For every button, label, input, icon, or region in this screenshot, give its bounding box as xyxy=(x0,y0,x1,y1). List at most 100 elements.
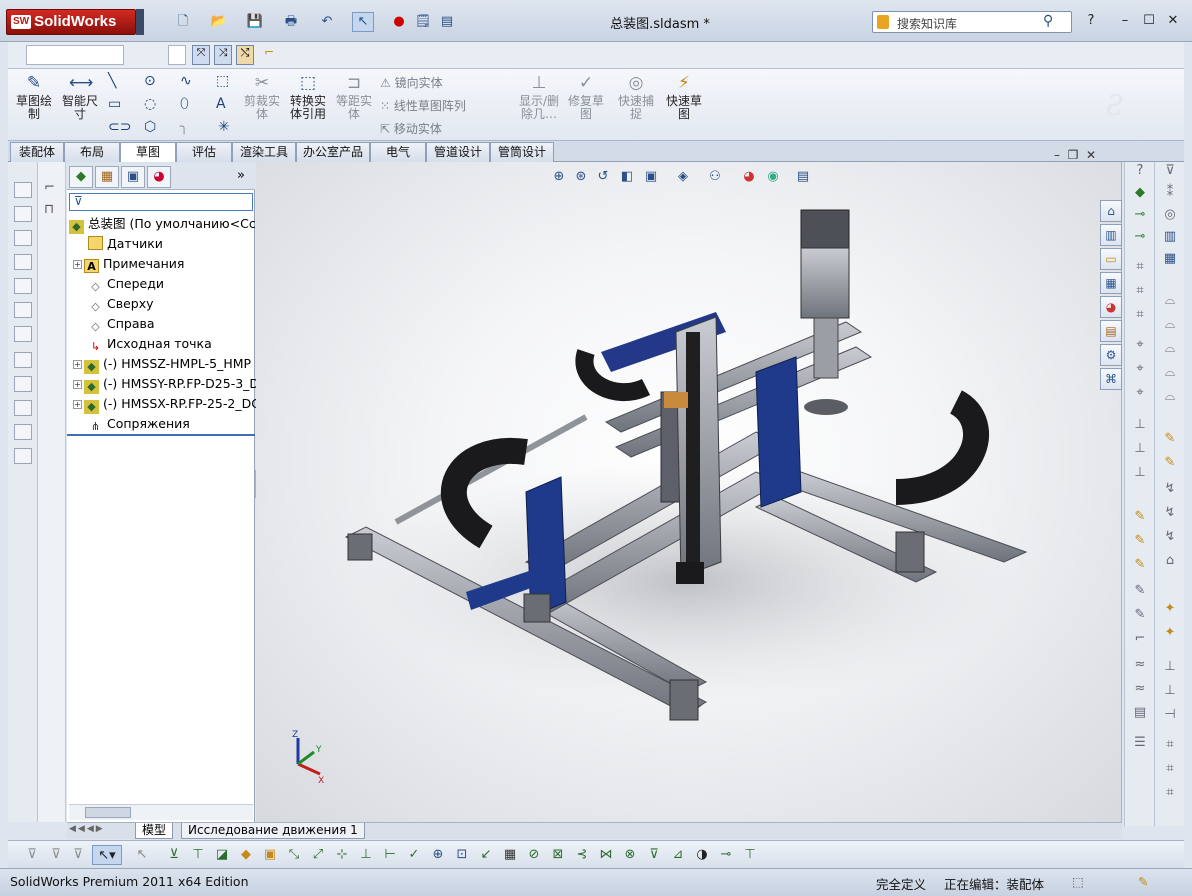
previous-view-icon[interactable]: ↺ xyxy=(594,168,612,186)
filter-blocks-icon[interactable]: ⊠ xyxy=(548,845,568,865)
tool-a-icon[interactable]: ⊽ xyxy=(1160,162,1180,180)
tool-g-icon[interactable]: ⌓ xyxy=(1160,316,1180,334)
filter-planes-icon[interactable]: ⤢ xyxy=(308,845,328,865)
view-settings-icon[interactable]: ▤ xyxy=(794,168,812,186)
search-box[interactable]: 搜索知识库 ⚲ xyxy=(872,11,1072,33)
filter-datum-icon[interactable]: ▦ xyxy=(500,845,520,865)
tree-item-subassembly-x[interactable]: + ◆ (-) HMSSX-RP.FP-25-2_DC xyxy=(73,394,260,414)
feature-11-icon[interactable]: ✎ xyxy=(1130,532,1150,550)
tab-motion-study[interactable]: Исследование движения 1 xyxy=(181,823,365,839)
view-front-icon[interactable] xyxy=(14,182,32,198)
filter-gtol-icon[interactable]: ⊕ xyxy=(428,845,448,865)
help-icon[interactable]: ? xyxy=(1080,12,1102,32)
tool-v-icon[interactable]: ⌗ xyxy=(1160,736,1180,754)
search-icon[interactable]: ⚲ xyxy=(1043,13,1053,29)
tool-k-icon[interactable]: ✎ xyxy=(1160,430,1180,448)
display-style-icon[interactable]: ◈ xyxy=(674,168,692,186)
tool-s-icon[interactable]: ⊥ xyxy=(1160,658,1180,676)
viewport-restore-icon[interactable]: ❐ xyxy=(1068,148,1079,162)
feature-7-icon[interactable]: ⊥ xyxy=(1130,416,1150,434)
maximize-icon[interactable]: ☐ xyxy=(1138,12,1160,32)
tab-electrical[interactable]: 电气 xyxy=(370,142,426,162)
save-icon[interactable]: 💾 xyxy=(244,12,266,32)
select-tool-icon[interactable]: ↖▾ xyxy=(92,845,122,865)
toolbox-icon[interactable]: ⚙ xyxy=(1100,344,1122,366)
feature-3-icon[interactable]: ⌗ xyxy=(1130,306,1150,324)
feature-2-icon[interactable]: ⌗ xyxy=(1130,282,1150,300)
quick-snaps-button[interactable]: ◎ 快速捕 捉 xyxy=(612,73,660,121)
tab-model[interactable]: 模型 xyxy=(135,823,174,839)
tree-item-right-plane[interactable]: ◇ Справа xyxy=(88,314,154,334)
tool-u-icon[interactable]: ⊣ xyxy=(1160,706,1180,724)
tool-m-icon[interactable]: ↯ xyxy=(1160,480,1180,498)
viewport-close-icon[interactable]: ✕ xyxy=(1086,148,1096,162)
tool-c-icon[interactable]: ◎ xyxy=(1160,206,1180,224)
open-folder-icon[interactable]: 📂 xyxy=(208,12,230,32)
tool-e-icon[interactable]: ▦ xyxy=(1160,250,1180,268)
move-entities-button[interactable]: ⇱ 移动实体 xyxy=(380,120,442,137)
view-right-icon[interactable] xyxy=(14,254,32,270)
feature-17-icon[interactable]: ≈ xyxy=(1130,680,1150,698)
filter-edges-2-icon[interactable]: ⊤ xyxy=(188,845,208,865)
filter-last-icon[interactable]: ⊤ xyxy=(740,845,760,865)
tree-item-subassembly-y[interactable]: + ◆ (-) HMSSY-RP.FP-D25-3_D xyxy=(73,374,259,394)
circle-icon[interactable]: ⊙ xyxy=(144,73,156,89)
tab-layout[interactable]: 布局 xyxy=(64,142,120,162)
filter-cosmetic-icon[interactable]: ⊘ xyxy=(524,845,544,865)
filter-solid-icon[interactable]: ▣ xyxy=(260,845,280,865)
show-delete-relations-button[interactable]: ⊥ 显示/删 除几… xyxy=(514,73,564,121)
feature-5-icon[interactable]: ⌖ xyxy=(1130,360,1150,378)
layer-combo[interactable] xyxy=(26,45,124,65)
rebuild-icon[interactable]: ● xyxy=(388,12,410,32)
filter-sketch-icon[interactable]: ⊿ xyxy=(668,845,688,865)
sketch-relation-icon[interactable]: ⤧ xyxy=(192,45,210,65)
tree-filter[interactable]: ⊽ xyxy=(69,193,253,211)
close-icon[interactable]: ✕ xyxy=(1162,12,1184,32)
trim-button[interactable]: ✂ 剪裁实 体 xyxy=(240,73,284,121)
tab-scroll-arrows-icon[interactable]: ◀◀◀▶ xyxy=(69,824,105,834)
filter-surface-finish-icon[interactable]: ⊡ xyxy=(452,845,472,865)
recorder-icon[interactable]: ⌘ xyxy=(1100,368,1122,390)
mate-reference-icon[interactable]: ⊸ xyxy=(1130,228,1150,246)
expand-chevron-icon[interactable]: » xyxy=(237,168,245,183)
new-document-icon[interactable]: 🗋 xyxy=(172,12,194,32)
polygon-icon[interactable]: ⬡ xyxy=(144,119,156,135)
tool-o-icon[interactable]: ↯ xyxy=(1160,528,1180,546)
tool-q-icon[interactable]: ✦ xyxy=(1160,600,1180,618)
undo-icon[interactable]: ↶ xyxy=(316,12,338,32)
view-bottom-icon[interactable] xyxy=(14,302,32,318)
linear-pattern-button[interactable]: ⁙ 线性草图阵列 xyxy=(380,97,466,114)
text-icon[interactable]: A xyxy=(216,96,226,112)
feature-19-icon[interactable]: ☰ xyxy=(1130,734,1150,752)
property-manager-tab-icon[interactable]: ▦ xyxy=(95,166,119,188)
feature-12-icon[interactable]: ✎ xyxy=(1130,556,1150,574)
feature-13-icon[interactable]: ✎ xyxy=(1130,582,1150,600)
arc-icon[interactable]: ◌ xyxy=(144,96,156,112)
view-back-icon[interactable] xyxy=(14,206,32,222)
tree-item-top-plane[interactable]: ◇ Сверху xyxy=(88,294,153,314)
filter-points-icon[interactable]: ⊹ xyxy=(332,845,352,865)
slot-icon[interactable]: ⊂⊃ xyxy=(108,119,131,135)
minimize-icon[interactable]: – xyxy=(1114,12,1136,32)
tool-n-icon[interactable]: ↯ xyxy=(1160,504,1180,522)
view-left-icon[interactable] xyxy=(14,230,32,246)
filter-surface-icon[interactable]: ◆ xyxy=(236,845,256,865)
help-tag-icon[interactable]: ✎ xyxy=(1138,874,1148,889)
tool-t-icon[interactable]: ⊥ xyxy=(1160,682,1180,700)
tab-assembly[interactable]: 装配体 xyxy=(10,142,64,162)
units-icon[interactable]: ⬚ xyxy=(1072,874,1084,889)
edit-appearance-icon[interactable]: ◕ xyxy=(740,168,758,186)
feature-15-icon[interactable]: ⌐ xyxy=(1130,630,1150,648)
feature-16-icon[interactable]: ≈ xyxy=(1130,656,1150,674)
expand-icon[interactable]: + xyxy=(73,360,82,369)
view-orientation-icon[interactable]: ▣ xyxy=(642,168,660,186)
expand-icon[interactable]: + xyxy=(73,400,82,409)
rapid-sketch-button[interactable]: ⚡ 快速草 图 xyxy=(662,73,706,121)
jog-line-icon[interactable]: ⊓ xyxy=(44,202,54,217)
feature-6-icon[interactable]: ⌖ xyxy=(1130,384,1150,402)
tool-w-icon[interactable]: ⌗ xyxy=(1160,760,1180,778)
convert-entities-button[interactable]: ⬚ 转换实 体引用 xyxy=(286,73,330,121)
filter-mate-icon[interactable]: ◑ xyxy=(692,845,712,865)
view-top-icon[interactable] xyxy=(14,278,32,294)
color-swatch[interactable] xyxy=(168,45,186,65)
